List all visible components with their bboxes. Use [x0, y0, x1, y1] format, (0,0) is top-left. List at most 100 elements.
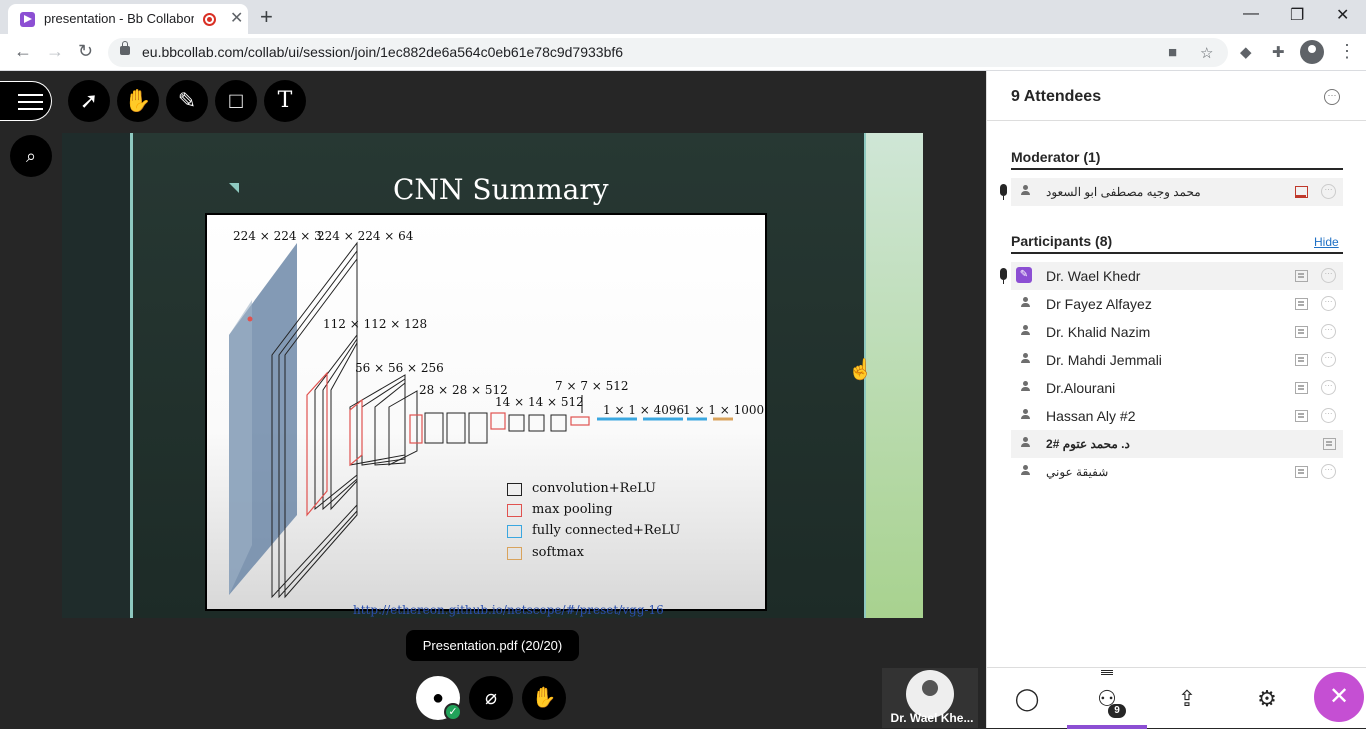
attendee-more-icon[interactable]: ···: [1321, 324, 1336, 339]
attendee-card-icon: [1295, 270, 1308, 282]
attendee-more-icon[interactable]: ···: [1321, 296, 1336, 311]
camera-icon[interactable]: ■: [1168, 44, 1177, 61]
attendee-name: Dr. Mahdi Jemmali: [1046, 352, 1162, 368]
extension-icon[interactable]: ◆: [1240, 43, 1252, 61]
panel-grip-icon: [1101, 670, 1113, 671]
forward-icon[interactable]: →: [46, 41, 64, 62]
section-divider: [1011, 252, 1343, 254]
minimize-icon[interactable]: —: [1243, 5, 1259, 23]
attendee-name: شفيقة عوني: [1046, 465, 1109, 479]
slide-decoration: [866, 133, 923, 618]
text-tool-icon[interactable]: T: [264, 80, 306, 122]
chat-icon[interactable]: ◯: [987, 668, 1067, 729]
attendee-name: Dr. Khalid Nazim: [1046, 324, 1151, 340]
attendee-more-icon[interactable]: ···: [1321, 184, 1336, 199]
slide-title: CNN Summary: [393, 173, 609, 206]
layer-label: 14 × 14 × 512: [495, 395, 584, 409]
layer-label: 112 × 112 × 128: [323, 317, 428, 331]
back-icon[interactable]: ←: [14, 41, 32, 62]
browser-menu-icon[interactable]: ⋮: [1338, 41, 1356, 62]
star-icon[interactable]: ☆: [1200, 44, 1213, 62]
layer-label: 224 × 224 × 3: [233, 229, 322, 243]
attendee-row[interactable]: ✎ Dr. Wael Khedr ···: [1000, 262, 1343, 290]
session-menu-button[interactable]: [0, 81, 52, 121]
person-icon: [1021, 325, 1030, 335]
hide-participants-link[interactable]: Hide: [1314, 235, 1339, 249]
participants-section-title: Participants (8): [1011, 233, 1113, 249]
attendee-card-icon[interactable]: [1323, 438, 1336, 450]
share-content-icon[interactable]: ⇪: [1147, 668, 1227, 729]
legend-conv-label: convolution+ReLU: [532, 481, 657, 496]
pan-tool-icon[interactable]: ✋: [117, 80, 159, 122]
pencil-tool-icon[interactable]: ✎: [166, 80, 208, 122]
attendee-name: Dr. Wael Khedr: [1046, 268, 1141, 284]
attendee-row[interactable]: Dr. Mahdi Jemmali ···: [1011, 346, 1343, 374]
my-status-button[interactable]: ● ✓: [416, 676, 462, 721]
attendee-more-icon[interactable]: ···: [1321, 408, 1336, 423]
attendee-card-icon: [1295, 298, 1308, 310]
legend-fc-label: fully connected+ReLU: [532, 523, 681, 538]
person-icon: [1021, 465, 1030, 475]
layer-label: 56 × 56 × 256: [355, 361, 444, 375]
pointer-tool-icon[interactable]: ➚: [68, 80, 110, 122]
panel-title: 9 Attendees: [1011, 88, 1102, 105]
legend-conv-swatch: [507, 483, 522, 496]
reload-icon[interactable]: ↻: [78, 41, 93, 62]
attendee-row[interactable]: Dr. Khalid Nazim ···: [1011, 318, 1343, 346]
attendee-name: د. محمد عتوم #2: [1046, 437, 1130, 451]
moderator-section-title: Moderator (1): [1011, 149, 1101, 165]
legend-pool-swatch: [507, 504, 522, 517]
attendee-row[interactable]: شفيقة عوني ···: [1011, 458, 1343, 486]
close-window-icon[interactable]: ✕: [1336, 5, 1349, 25]
attendee-row[interactable]: محمد وجيه مصطفى ابو السعود ···: [1000, 178, 1343, 206]
legend-fc-swatch: [507, 525, 522, 538]
browser-tabbar: presentation - Bb Collaborat ✕ + — ❐ ✕: [0, 0, 1366, 34]
address-bar: ← → ↻ eu.bbcollab.com/collab/ui/session/…: [0, 34, 1366, 71]
tab-close-icon[interactable]: ✕: [230, 8, 243, 28]
attendee-name: محمد وجيه مصطفى ابو السعود: [1046, 185, 1201, 199]
presenter-icon: ✎: [1016, 267, 1032, 283]
recording-icon: [203, 13, 216, 26]
new-tab-button[interactable]: +: [260, 4, 273, 30]
attendee-row[interactable]: د. محمد عتوم #2: [1011, 430, 1343, 458]
profile-avatar[interactable]: [1300, 40, 1324, 64]
legend-pool-label: max pooling: [532, 502, 613, 517]
camera-off-icon[interactable]: ✋: [522, 676, 566, 720]
attendee-row[interactable]: Dr.Alourani ···: [1011, 374, 1343, 402]
layer-label: 1 × 1 × 4096: [603, 403, 685, 417]
puzzle-icon[interactable]: ✚: [1272, 43, 1285, 61]
presentation-slide: CNN Summary 224 × 224 × 3 224 × 224 × 64…: [62, 133, 923, 618]
attendees-tab[interactable]: ⚇ 9: [1067, 668, 1147, 729]
attendee-more-icon[interactable]: ···: [1321, 268, 1336, 283]
restore-icon[interactable]: ❐: [1290, 5, 1304, 25]
url-field[interactable]: eu.bbcollab.com/collab/ui/session/join/1…: [108, 38, 1228, 67]
person-icon: [1021, 185, 1030, 195]
settings-gear-icon[interactable]: ⚙: [1227, 668, 1307, 729]
person-icon: [1021, 353, 1030, 363]
panel-more-icon[interactable]: ···: [1324, 89, 1340, 105]
self-name: Dr. Wael Khe...: [890, 711, 974, 725]
attendee-row[interactable]: Hassan Aly #2 ···: [1011, 402, 1343, 430]
microphone-muted-icon[interactable]: ⌀: [469, 676, 513, 720]
hand-cursor-icon: ☝: [848, 359, 873, 381]
moderator-card-icon: [1295, 186, 1308, 198]
shape-tool-icon[interactable]: □: [215, 80, 257, 122]
slide-bullet-icon: [229, 183, 239, 193]
legend-softmax-label: softmax: [532, 545, 584, 560]
attendee-name: Dr.Alourani: [1046, 380, 1116, 396]
close-panel-icon[interactable]: ✕: [1314, 672, 1364, 722]
attendee-more-icon[interactable]: ···: [1321, 464, 1336, 479]
attendee-more-icon[interactable]: ···: [1321, 352, 1336, 367]
user-avatar-icon: ●: [431, 687, 445, 709]
attendee-more-icon[interactable]: ···: [1321, 380, 1336, 395]
panel-header: 9 Attendees ···: [987, 71, 1366, 121]
slide-link[interactable]: http://ethereon.github.io/netscope/#/pre…: [353, 603, 664, 617]
microphone-icon: [1000, 268, 1007, 284]
attendee-row[interactable]: Dr Fayez Alfayez ···: [1011, 290, 1343, 318]
zoom-tool-icon[interactable]: ⌕: [10, 135, 52, 177]
browser-tab[interactable]: presentation - Bb Collaborat ✕: [8, 4, 248, 34]
self-video-tile[interactable]: Dr. Wael Khe...: [882, 668, 978, 728]
lock-icon: [120, 41, 130, 55]
attendee-card-icon: [1295, 466, 1308, 478]
layer-label: 224 × 224 × 64: [317, 229, 414, 243]
